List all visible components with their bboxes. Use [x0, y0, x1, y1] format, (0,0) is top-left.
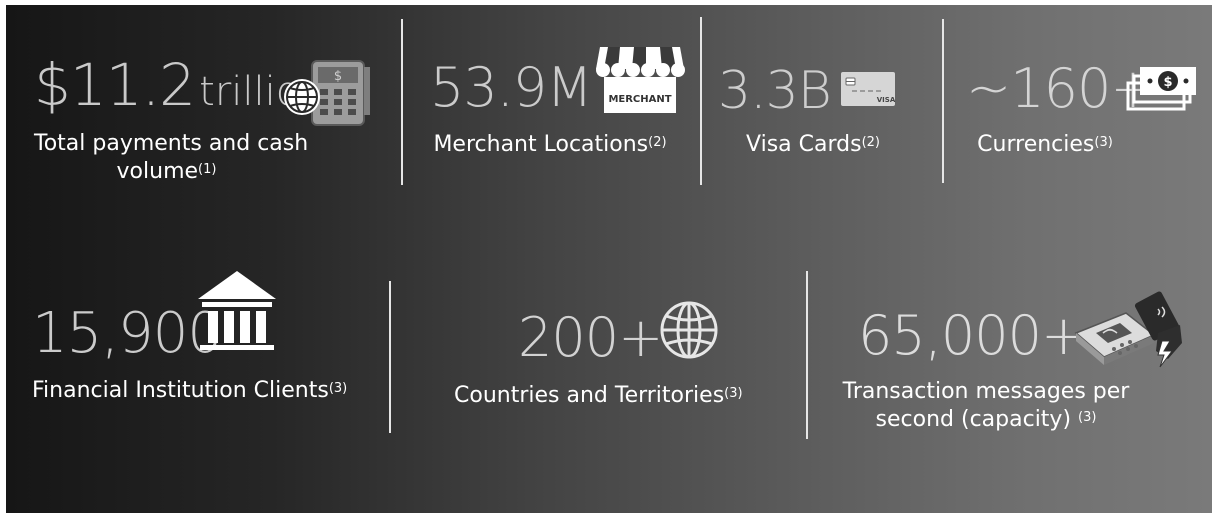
transactions-label-line2: second (capacity)	[875, 407, 1072, 432]
countries-value: 200+	[518, 311, 663, 365]
transactions-label-line1: Transaction messages per	[842, 379, 1130, 404]
visa-cards-label: Visa Cards(2)	[724, 131, 902, 159]
card-brand-text: VISA	[877, 96, 896, 104]
stats-panel: $11.2 trillion $ Total payments and cash…	[6, 5, 1212, 513]
payments-volume-label: Total payments and cash volume(1)	[34, 130, 308, 186]
fi-clients-value: 15,900	[32, 306, 223, 362]
merchant-locations-number: 53.9M	[430, 56, 593, 119]
payments-volume-footnote: (1)	[198, 162, 217, 177]
visa-card-icon: VISA	[840, 71, 896, 107]
fi-clients-footnote: (3)	[328, 381, 348, 396]
fi-clients-label-text: Financial Institution Clients	[32, 378, 329, 403]
transactions-number: 65,000+	[858, 304, 1086, 367]
payment-terminal-globe-icon: $	[280, 55, 380, 127]
divider	[401, 19, 403, 185]
fi-clients-label: Financial Institution Clients(3)	[32, 377, 347, 405]
transactions-label: Transaction messages per second (capacit…	[836, 378, 1136, 434]
countries-label-text: Countries and Territories	[454, 383, 725, 408]
storefront-sign-text: MERCHANT	[608, 94, 671, 105]
merchant-locations-label-text: Merchant Locations	[433, 132, 649, 157]
currencies-label-text: Currencies	[977, 132, 1095, 157]
fi-clients-number: 15,900	[32, 301, 223, 366]
banknotes-icon: $	[1126, 61, 1198, 113]
payments-volume-label-line2: volume	[116, 159, 199, 184]
svg-text:$: $	[1163, 75, 1172, 90]
svg-text:$: $	[334, 69, 342, 84]
merchant-locations-footnote: (2)	[648, 135, 667, 150]
transactions-footnote: (3)	[1078, 410, 1097, 425]
merchant-locations-label: Merchant Locations(2)	[426, 131, 674, 159]
visa-cards-footnote: (2)	[861, 135, 880, 150]
divider	[389, 281, 391, 433]
countries-label: Countries and Territories(3)	[454, 382, 743, 410]
visa-cards-value: 3.3B	[718, 65, 832, 117]
visa-cards-label-text: Visa Cards	[746, 132, 862, 157]
globe-icon	[658, 299, 720, 361]
storefront-icon: MERCHANT	[594, 43, 686, 113]
payments-volume-number: $11.2	[34, 51, 196, 119]
divider	[700, 17, 702, 185]
merchant-locations-value: 53.9M	[430, 61, 593, 115]
currencies-label: Currencies(3)	[972, 131, 1118, 159]
transactions-value: 65,000+	[858, 309, 1086, 363]
currencies-footnote: (3)	[1094, 135, 1113, 150]
contactless-terminal-icon	[1070, 287, 1186, 377]
divider	[942, 19, 944, 183]
bank-building-icon	[196, 269, 278, 355]
divider	[806, 271, 808, 439]
payments-volume-label-line1: Total payments and cash	[34, 131, 309, 156]
countries-footnote: (3)	[724, 386, 743, 401]
visa-cards-number: 3.3B	[718, 61, 832, 121]
countries-number: 200+	[518, 306, 663, 369]
